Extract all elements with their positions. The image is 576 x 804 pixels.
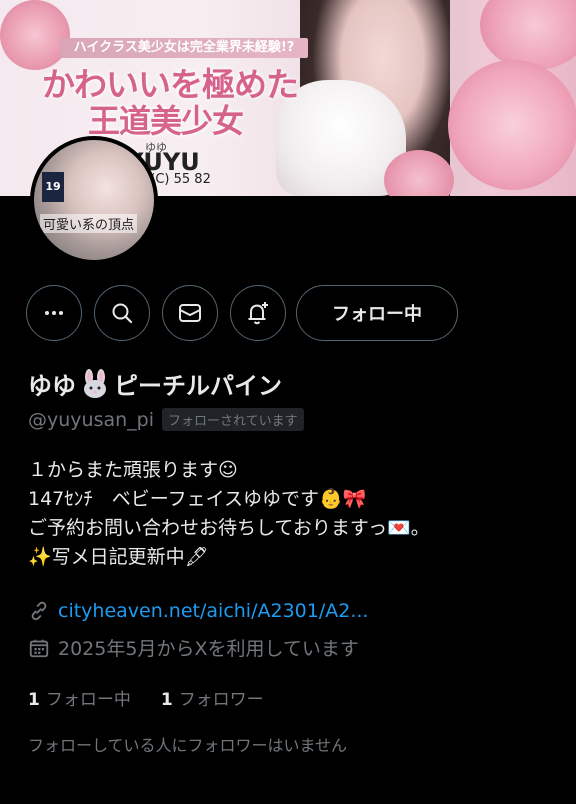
- joined-row: 2025年5月からXを利用しています: [28, 634, 359, 661]
- link-icon: [31, 601, 47, 621]
- profile-link[interactable]: cityheaven.net/aichi/A2301/A2...: [58, 600, 368, 622]
- message-button[interactable]: [162, 285, 218, 341]
- following-label: フォロー中: [45, 690, 131, 710]
- rose-decoration: [448, 60, 576, 190]
- user-handle: @yuyusan_pi: [28, 408, 154, 431]
- following-stat[interactable]: 1 フォロー中: [28, 685, 131, 710]
- envelope-icon: [179, 304, 201, 322]
- search-icon: [112, 303, 133, 324]
- display-name-row: ゆゆ ピーチルパイン: [28, 366, 282, 401]
- bio-line: ご予約お問い合わせお待ちしておりますっ💌。: [28, 517, 430, 539]
- followers-label: フォロワー: [178, 690, 264, 710]
- following-button[interactable]: フォロー中: [296, 285, 458, 341]
- joined-date: 2025年5月からXを利用しています: [58, 638, 359, 660]
- follows-you-badge: フォローされています: [162, 408, 304, 431]
- profile-actions: フォロー中: [0, 285, 576, 341]
- more-icon: [45, 311, 63, 315]
- age-badge: 19: [42, 172, 64, 202]
- bio-line: 147ｾﾝﾁ ベビーフェイスゆゆです👶🎀: [28, 488, 367, 510]
- display-name-suffix: ピーチルパイン: [114, 372, 282, 400]
- followers-stat[interactable]: 1 フォロワー: [161, 685, 264, 710]
- more-button[interactable]: [26, 285, 82, 341]
- banner-kicker-text: ハイクラス美少女は完全業界未経験!?: [73, 40, 295, 55]
- search-button[interactable]: [94, 285, 150, 341]
- bio: １からまた頑張ります☺ 147ｾﾝﾁ ベビーフェイスゆゆです👶🎀 ご予約お問い合…: [28, 456, 558, 572]
- banner-title-line2: 王道美少女: [88, 102, 244, 140]
- mutual-followers-note: フォローしている人にフォロワーはいません: [28, 736, 348, 755]
- notify-button[interactable]: [230, 285, 286, 341]
- avatar[interactable]: 19 可愛い系の頂点: [30, 136, 158, 264]
- following-count: 1: [28, 690, 40, 710]
- calendar-icon: [29, 639, 49, 657]
- bell-plus-icon: [248, 302, 268, 325]
- handle-row: @yuyusan_pi フォローされています: [28, 408, 304, 431]
- rabbit-icon: [84, 368, 106, 398]
- profile-link-row: cityheaven.net/aichi/A2301/A2...: [28, 600, 368, 622]
- banner-kicker: ハイクラス美少女は完全業界未経験!?: [60, 38, 308, 58]
- display-name-prefix: ゆゆ: [28, 372, 76, 400]
- follow-stats: 1 フォロー中 1 フォロワー: [28, 685, 294, 710]
- bio-line: １からまた頑張ります☺: [28, 459, 238, 481]
- rose-decoration: [480, 0, 576, 70]
- followers-count: 1: [160, 690, 173, 710]
- bio-line: ✨写メ日記更新中🖋: [28, 546, 209, 568]
- avatar-caption: 可愛い系の頂点: [40, 214, 138, 233]
